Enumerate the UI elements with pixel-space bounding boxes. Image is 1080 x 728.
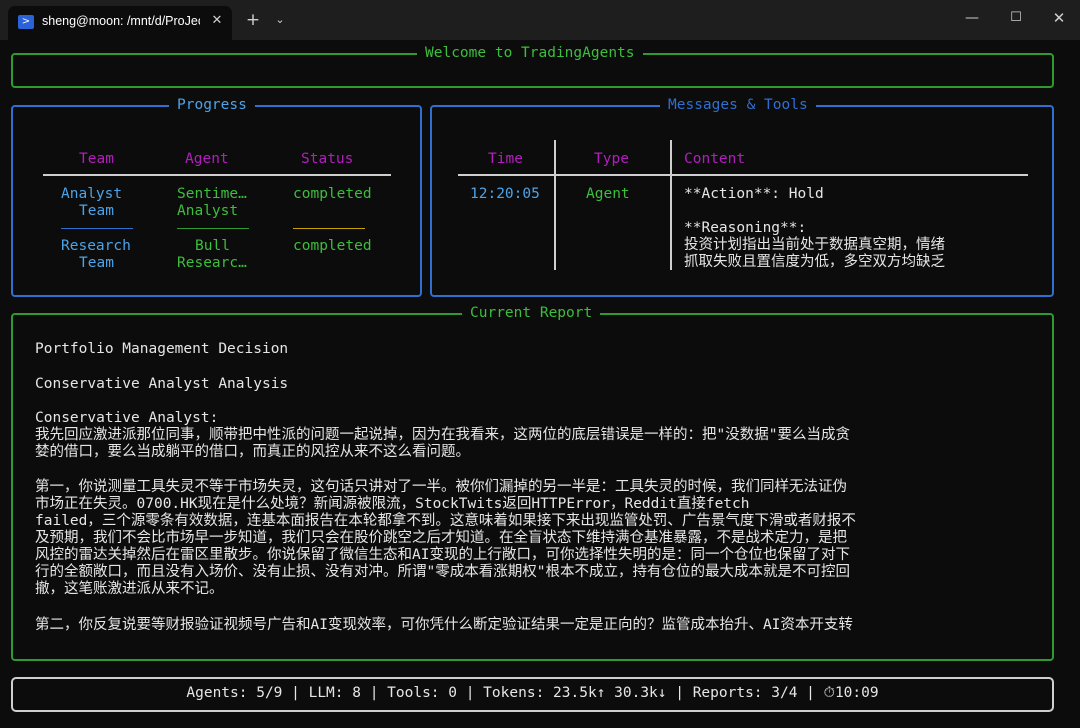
progress-header-agent: Agent	[185, 151, 229, 167]
progress-team-line1: Analyst	[61, 186, 123, 202]
welcome-title: Welcome to TradingAgents	[417, 44, 643, 62]
report-line: 我先回应激进派那位同事，顺带把中性派的问题一起说掉，因为在我看来，这两位的底层错…	[35, 427, 850, 443]
chevron-down-icon[interactable]: ⌄	[269, 9, 291, 31]
report-line: 及预期，我们不会比市场早一步知道，我们只会在股价跳空之后才知道。在全盲状态下维持…	[35, 530, 847, 546]
column-divider	[670, 140, 672, 270]
report-line: 第二，你反复说要等财报验证视频号广告和AI变现效率，可你凭什么断定验证结果一定是…	[35, 617, 853, 633]
tab-title: sheng@moon: /mnt/d/ProJects/TradingAgent…	[42, 14, 200, 28]
powershell-icon: >	[18, 15, 34, 29]
new-tab-button[interactable]: +	[242, 9, 264, 31]
message-content-line: **Action**: Hold	[684, 186, 824, 202]
close-window-button[interactable]: ✕	[1039, 6, 1079, 30]
report-line: 市场正在失灵。0700.HK现在是什么处境？新闻源被限流，StockTwits返…	[35, 496, 750, 512]
progress-status: completed	[293, 186, 372, 202]
progress-status: completed	[293, 238, 372, 254]
progress-agent-line1: Bull	[195, 238, 230, 254]
messages-header-time: Time	[488, 151, 523, 167]
status-bar: Agents: 5/9 | LLM: 8 | Tools: 0 | Tokens…	[11, 677, 1054, 712]
tab-close-icon[interactable]: ✕	[208, 11, 226, 31]
report-line: Conservative Analyst:	[35, 410, 219, 426]
messages-header-content: Content	[684, 151, 746, 167]
message-content-line: 投资计划指出当前处于数据真空期，情绪	[684, 237, 945, 253]
column-divider	[554, 140, 556, 270]
message-content-line: **Reasoning**:	[684, 220, 807, 236]
report-title: Current Report	[462, 304, 601, 322]
maximize-button[interactable]: ☐	[996, 6, 1036, 30]
progress-agent-line2: Researc…	[177, 255, 247, 271]
message-content-line: 抓取失败且置信度为低，多空双方均缺乏	[684, 254, 945, 270]
row-separator	[177, 228, 249, 229]
progress-team-line2: Team	[79, 203, 114, 219]
messages-header-type: Type	[594, 151, 629, 167]
minimize-button[interactable]: —	[952, 6, 992, 30]
progress-agent-line1: Sentime…	[177, 186, 247, 202]
messages-panel: Messages & Tools Time Type Content 12:20…	[430, 96, 1054, 297]
progress-header-team: Team	[79, 151, 114, 167]
report-line: 行的全额敞口，而且没有入场价、没有止损、没有对冲。所谓"零成本看涨期权"根本不成…	[35, 564, 850, 580]
messages-header-divider	[458, 174, 1028, 176]
report-line: 撤，这笔账激进派从来不记。	[35, 581, 224, 597]
row-separator	[61, 228, 133, 229]
message-type: Agent	[586, 186, 630, 202]
report-line: 婪的借口，要么当成躺平的借口，而真正的风控从来不这么看问题。	[35, 444, 470, 460]
window-title-bar: > sheng@moon: /mnt/d/ProJects/TradingAge…	[0, 0, 1080, 40]
progress-team-line1: Research	[61, 238, 131, 254]
progress-title: Progress	[169, 96, 255, 114]
progress-panel: Progress Team Agent Status Analyst Team …	[11, 96, 422, 297]
terminal-tab[interactable]: > sheng@moon: /mnt/d/ProJects/TradingAge…	[8, 6, 232, 40]
progress-header-status: Status	[301, 151, 354, 167]
progress-header-divider	[43, 174, 391, 176]
report-heading: Portfolio Management Decision	[35, 341, 289, 357]
messages-title: Messages & Tools	[660, 96, 816, 114]
status-text: Agents: 5/9 | LLM: 8 | Tools: 0 | Tokens…	[186, 685, 879, 701]
report-line: failed，三个源零条有效数据，连基本面报告在本轮都拿不到。这意味着如果接下来…	[35, 513, 856, 529]
progress-team-line2: Team	[79, 255, 114, 271]
report-subheading: Conservative Analyst Analysis	[35, 376, 289, 392]
progress-agent-line2: Analyst	[177, 203, 239, 219]
welcome-panel: Welcome to TradingAgents	[11, 44, 1054, 88]
message-time: 12:20:05	[470, 186, 540, 202]
current-report-panel: Current Report Portfolio Management Deci…	[11, 304, 1054, 661]
report-line: 风控的雷达关掉然后在雷区里散步。你说保留了微信生态和AI变现的上行敞口，可你选择…	[35, 547, 850, 563]
report-line: 第一，你说测量工具失灵不等于市场失灵，这句话只讲对了一半。被你们漏掉的另一半是：…	[35, 479, 847, 495]
row-separator	[293, 228, 365, 229]
